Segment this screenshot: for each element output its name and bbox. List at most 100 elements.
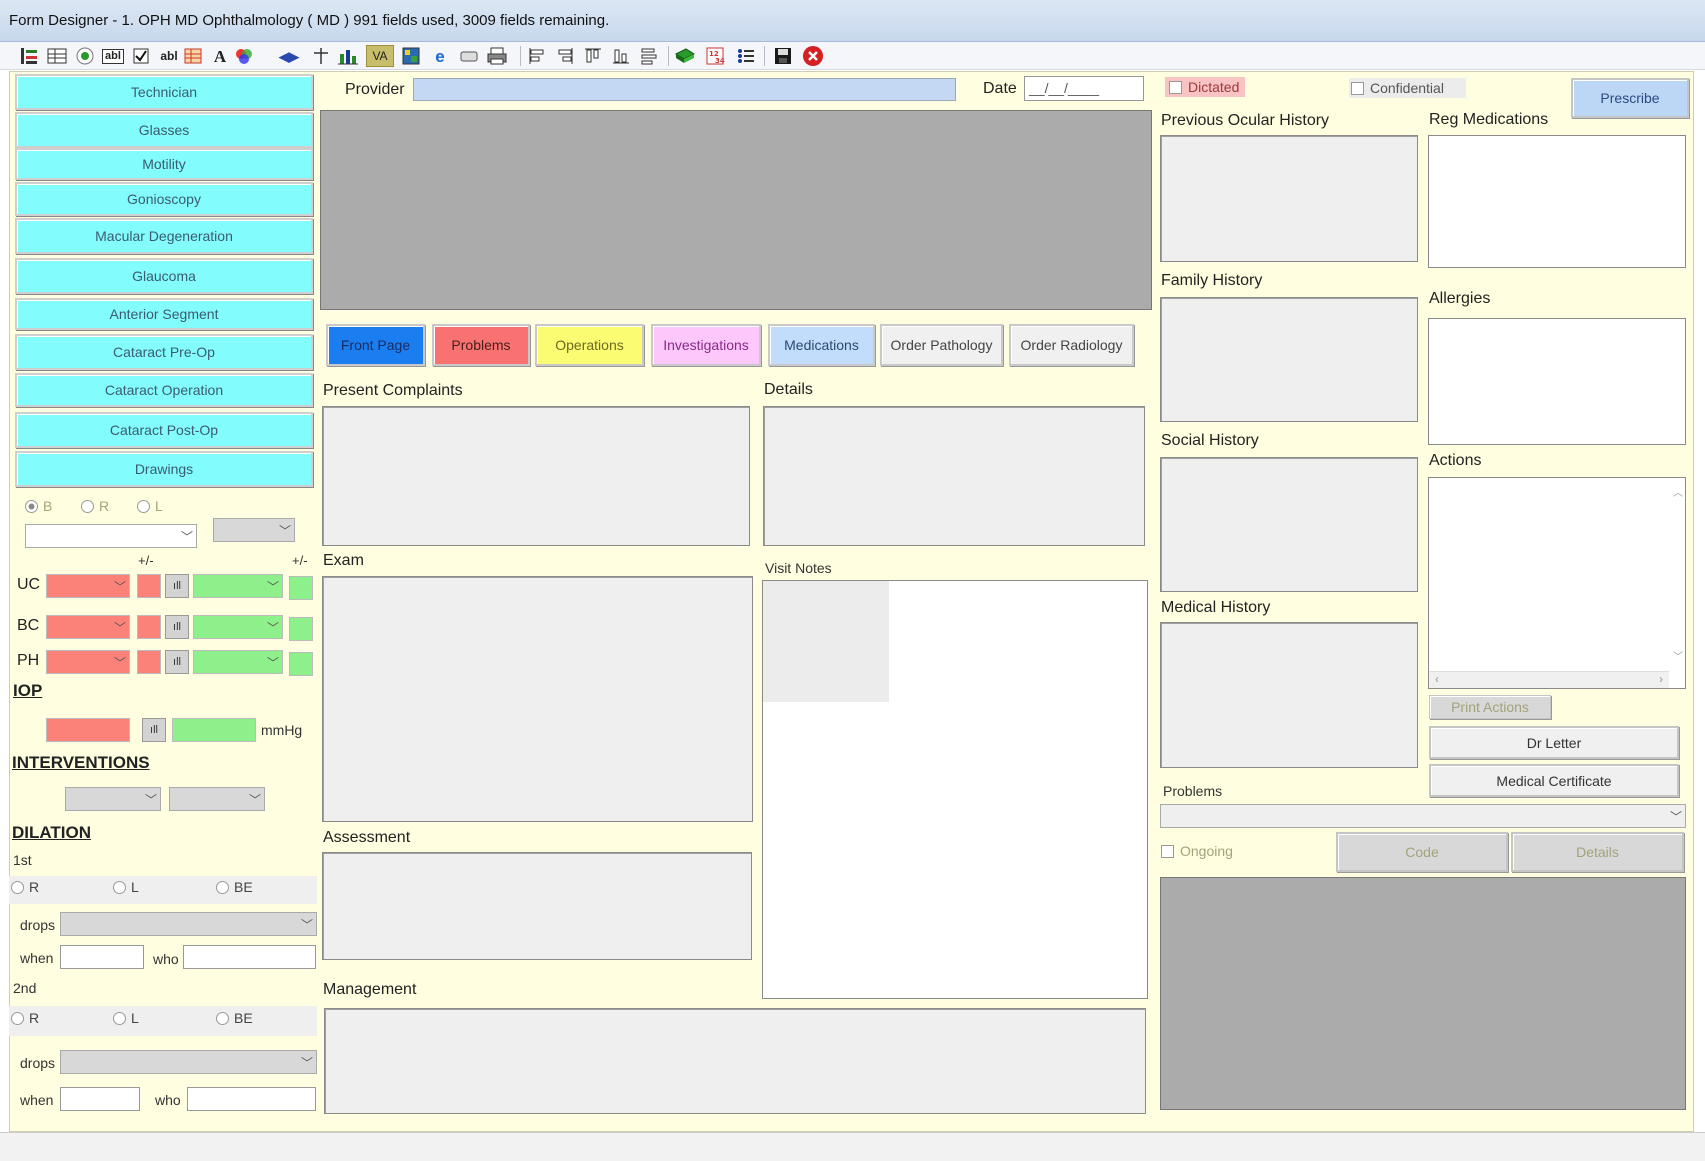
ph-right-select[interactable]: ﹀ <box>46 650 130 674</box>
calculator-icon[interactable]: 12 34 <box>704 45 726 67</box>
button-icon[interactable] <box>458 45 480 67</box>
uc-right-pm[interactable] <box>137 574 161 598</box>
tab-problems[interactable]: Problems <box>432 324 530 366</box>
ph-right-pm[interactable] <box>137 650 161 674</box>
second-radio-l[interactable]: L <box>113 1010 139 1026</box>
family-history-textarea[interactable] <box>1160 297 1418 422</box>
align-right-icon[interactable] <box>554 45 576 67</box>
scroll-right-icon[interactable]: › <box>1659 672 1663 686</box>
book-icon[interactable] <box>674 45 696 67</box>
first-who-input[interactable] <box>183 945 316 969</box>
distribute-icon[interactable] <box>638 45 660 67</box>
textbox-icon[interactable]: abl <box>102 45 124 67</box>
tab-operations[interactable]: Operations <box>535 324 644 366</box>
align-top-icon[interactable] <box>582 45 604 67</box>
eye-radio-r[interactable]: R <box>81 498 109 514</box>
list-icon[interactable] <box>735 45 757 67</box>
checkbox-icon[interactable] <box>130 45 152 67</box>
eye-radio-b[interactable]: B <box>25 498 52 514</box>
bc-right-select[interactable]: ﹀ <box>46 615 130 639</box>
problems-code-button[interactable]: Code <box>1336 832 1508 872</box>
font-icon[interactable]: A <box>209 45 231 67</box>
prescribe-button[interactable]: Prescribe <box>1571 78 1689 118</box>
tab-investigations[interactable]: Investigations <box>651 324 761 366</box>
gonioscopy-button[interactable]: Gonioscopy <box>15 182 313 216</box>
eye-select[interactable]: ﹀ <box>25 524 197 548</box>
macular-degeneration-button[interactable]: Macular Degeneration <box>15 218 313 254</box>
ie-icon[interactable]: e <box>429 45 451 67</box>
social-history-textarea[interactable] <box>1160 457 1418 592</box>
confidential-checkbox[interactable]: Confidential <box>1349 78 1466 98</box>
scroll-left-icon[interactable]: ‹ <box>1435 672 1439 686</box>
first-radio-be[interactable]: BE <box>216 879 253 895</box>
tab-medications[interactable]: Medications <box>768 324 875 366</box>
tab-front-page[interactable]: Front Page <box>326 324 425 366</box>
reg-medications-list[interactable] <box>1428 135 1686 268</box>
management-textarea[interactable] <box>324 1008 1146 1114</box>
iop-chart-icon[interactable]: ıll <box>142 718 166 742</box>
tree-icon[interactable] <box>18 45 40 67</box>
glaucoma-button[interactable]: Glaucoma <box>15 258 313 294</box>
exam-textarea[interactable] <box>322 576 753 822</box>
problems-select[interactable]: ﹀ <box>1160 804 1686 828</box>
medical-history-textarea[interactable] <box>1160 622 1418 768</box>
details-textarea[interactable] <box>763 406 1145 546</box>
provider-input[interactable] <box>413 78 956 101</box>
option-select[interactable]: ﹀ <box>213 518 295 542</box>
allergies-list[interactable] <box>1428 318 1686 445</box>
first-radio-l[interactable]: L <box>113 879 139 895</box>
uc-left-pm[interactable] <box>289 576 313 600</box>
second-when-input[interactable] <box>60 1087 140 1111</box>
anterior-segment-button[interactable]: Anterior Segment <box>15 298 313 330</box>
intervention-select-1[interactable]: ﹀ <box>65 787 161 811</box>
arrows-icon[interactable]: ◀▶ <box>278 45 300 67</box>
image-icon[interactable] <box>400 45 422 67</box>
line-icon[interactable] <box>310 45 332 67</box>
chart-icon[interactable] <box>337 45 359 67</box>
align-left-icon[interactable] <box>526 45 548 67</box>
iop-right-input[interactable] <box>46 718 130 742</box>
bc-chart-icon[interactable]: ıll <box>165 615 189 639</box>
label-icon[interactable]: abl <box>158 45 180 67</box>
cataract-operation-button[interactable]: Cataract Operation <box>15 373 313 407</box>
align-bottom-icon[interactable] <box>610 45 632 67</box>
technician-button[interactable]: Technician <box>15 74 313 110</box>
first-radio-r[interactable]: R <box>11 879 39 895</box>
table-icon[interactable] <box>182 45 204 67</box>
motility-button[interactable]: Motility <box>15 148 313 180</box>
dr-letter-button[interactable]: Dr Letter <box>1429 726 1679 759</box>
bc-left-pm[interactable] <box>289 617 313 641</box>
uc-right-select[interactable]: ﹀ <box>46 574 130 598</box>
uc-left-select[interactable]: ﹀ <box>193 574 283 598</box>
cataract-post-op-button[interactable]: Cataract Post-Op <box>15 412 313 448</box>
medical-certificate-button[interactable]: Medical Certificate <box>1429 764 1679 797</box>
bc-left-select[interactable]: ﹀ <box>193 615 283 639</box>
close-icon[interactable] <box>802 45 824 67</box>
scroll-up-icon[interactable]: ︿ <box>1673 484 1683 499</box>
drawings-button[interactable]: Drawings <box>15 451 313 487</box>
second-drops-select[interactable]: ﹀ <box>60 1050 317 1074</box>
bc-right-pm[interactable] <box>137 615 161 639</box>
second-radio-be[interactable]: BE <box>216 1010 253 1026</box>
eye-radio-l[interactable]: L <box>137 498 163 514</box>
ongoing-checkbox[interactable]: Ongoing <box>1161 843 1233 859</box>
dictated-checkbox[interactable]: Dictated <box>1165 77 1246 97</box>
first-when-input[interactable] <box>60 945 144 969</box>
first-drops-select[interactable]: ﹀ <box>60 912 317 936</box>
ph-left-select[interactable]: ﹀ <box>193 650 283 674</box>
radio-icon[interactable] <box>74 45 96 67</box>
second-radio-r[interactable]: R <box>11 1010 39 1026</box>
uc-chart-icon[interactable]: ıll <box>165 574 189 598</box>
ph-chart-icon[interactable]: ıll <box>165 650 189 674</box>
ph-left-pm[interactable] <box>289 652 313 676</box>
second-who-input[interactable] <box>187 1087 316 1111</box>
va-icon[interactable]: VA <box>366 45 394 67</box>
glasses-button[interactable]: Glasses <box>15 112 313 148</box>
cataract-pre-op-button[interactable]: Cataract Pre-Op <box>15 334 313 370</box>
previous-ocular-history-textarea[interactable] <box>1160 135 1418 262</box>
print-icon[interactable] <box>486 45 508 67</box>
intervention-select-2[interactable]: ﹀ <box>169 787 265 811</box>
tab-order-pathology[interactable]: Order Pathology <box>880 324 1003 366</box>
colors-icon[interactable] <box>233 45 255 67</box>
visit-notes-area[interactable] <box>762 580 1148 999</box>
